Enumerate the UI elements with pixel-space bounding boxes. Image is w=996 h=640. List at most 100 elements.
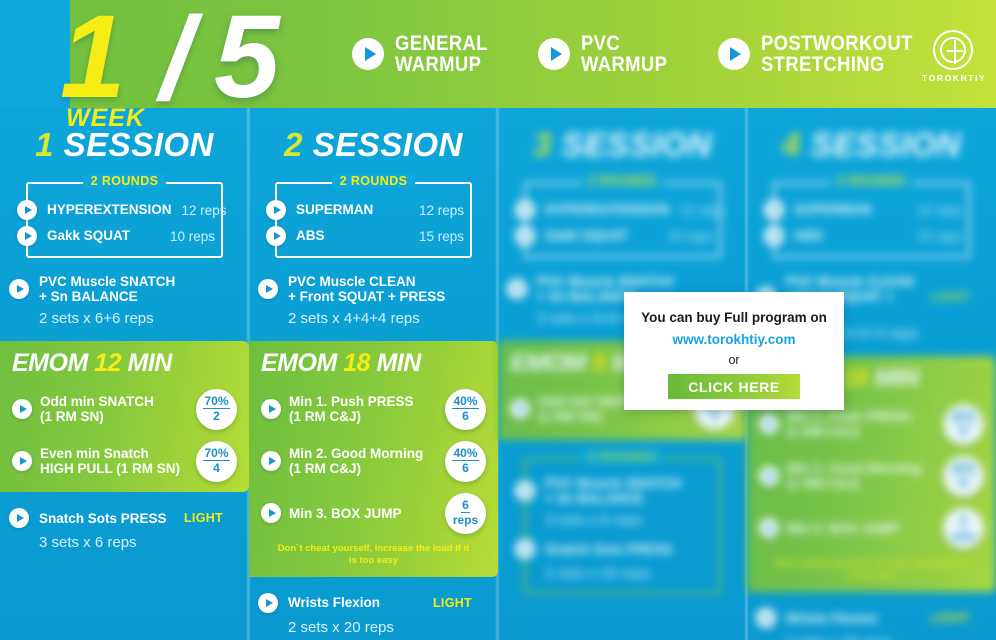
badge-percent: 40% [452, 393, 479, 410]
exercise-reps: 12 reps [679, 202, 725, 218]
intensity-badge: 6 reps [943, 507, 984, 549]
session-word: SESSION [561, 126, 712, 163]
exercise-reps: 10 reps [169, 228, 215, 244]
badge-reps: reps [950, 528, 977, 543]
play-icon[interactable] [261, 451, 281, 472]
rounds-box: 2 ROUNDS HYPEREXTENSION 12 reps Gakk SQU… [17, 174, 227, 258]
badge-percent: 70% [203, 445, 230, 462]
play-icon[interactable] [17, 200, 37, 220]
nav-item-general-warmup[interactable]: GENERAL WARMUP [352, 31, 500, 76]
exercise-reps: 12 reps [181, 202, 227, 218]
play-icon [515, 226, 535, 246]
badge-reps: 6 [462, 461, 469, 476]
week-total: 5 [214, 0, 280, 123]
exercise-row[interactable]: Gakk SQUAT 10 reps [17, 226, 215, 246]
exercise-sets: 2 sets x 20 reps [288, 618, 394, 636]
play-icon[interactable] [17, 226, 37, 246]
intensity-badge: 70% 4 [196, 440, 237, 482]
session-number: 2 [284, 126, 303, 163]
nav-item-postworkout-stretching[interactable]: POSTWORKOUT STRETCHING [717, 32, 933, 76]
exercise-name: Snatch Sots PRESS [39, 510, 167, 526]
play-icon [759, 414, 779, 435]
play-icon[interactable] [258, 592, 278, 613]
popup-website-link[interactable]: www.torokhtiy.com [672, 332, 795, 347]
popup-message: You can buy Full program on [641, 310, 827, 325]
play-icon[interactable] [12, 451, 32, 472]
badge-reps: 6 [960, 424, 967, 439]
emom-row[interactable]: Min 1. Push PRESS (1 RM C&J) 40% 6 [261, 388, 486, 430]
exercise-row[interactable]: Snatch Sots PRESS LIGHT [9, 508, 223, 529]
week-slash: / [160, 0, 193, 125]
emom-row: Min 2. Good Morning (1 RM C&J) 40% 6 [759, 455, 984, 497]
play-icon [352, 38, 384, 70]
exercise-row[interactable]: ABS 15 reps [266, 226, 464, 246]
click-here-button[interactable]: CLICK HERE [668, 374, 800, 399]
play-icon [507, 279, 527, 300]
exercise-name: Gakk SQUAT [545, 228, 629, 244]
session-footer-exercise[interactable]: Snatch Sots PRESS LIGHT 3 sets x 6 reps [9, 508, 223, 552]
play-icon [510, 399, 530, 420]
play-icon[interactable] [12, 399, 32, 420]
session-word: SESSION [810, 126, 961, 163]
exercise-reps: 12 reps [916, 202, 962, 218]
exercise-row[interactable]: HYPEREXTENSION 12 reps [17, 200, 227, 220]
emom-exercise-name: Min 1. Push PRESS (1 RM C&J) [289, 394, 414, 425]
exercise-reps: 12 reps [418, 202, 464, 218]
emom-row[interactable]: Odd min SNATCH (1 RM SN) 70% 2 [12, 388, 237, 430]
exercise-name: PVC Muscle CLEAN + Front SQUAT + PRESS [288, 274, 446, 305]
exercise-row[interactable]: SUPERMAN 12 reps [266, 200, 464, 220]
week-badge: 1 / 5 WEEK [18, 0, 348, 132]
nav-item-label: GENERAL WARMUP [395, 31, 488, 76]
session-footer-exercise: Wrists Flexion LIGHT 2 sets x 20 reps [756, 608, 970, 640]
load-tag: LIGHT [433, 595, 472, 610]
play-icon [756, 608, 776, 629]
week-number: 1 [60, 0, 126, 123]
rounds-box: 2 ROUNDS SUPERMAN 12 reps ABS 15 reps [764, 174, 970, 258]
session-number: 3 [533, 126, 552, 163]
exercise-row[interactable]: PVC Muscle CLEAN + Front SQUAT + PRESS [258, 274, 472, 305]
session-footer-exercise[interactable]: Wrists Flexion LIGHT 2 sets x 20 reps [258, 592, 472, 636]
session-column-1: 1 SESSION 2 ROUNDS HYPEREXTENSION 12 rep… [0, 108, 249, 640]
emom-row[interactable]: Min 2. Good Morning (1 RM C&J) 40% 6 [261, 440, 486, 482]
exercise-block[interactable]: PVC Muscle SNATCH + Sn BALANCE 2 sets x … [9, 274, 223, 327]
brand-logo: TOROKHTIY [922, 30, 985, 83]
badge-reps: 6 [462, 409, 469, 424]
play-icon[interactable] [266, 200, 286, 220]
emom-minutes: 8 [592, 349, 606, 378]
emom-exercise-name: Even min Snatch HIGH PULL (1 RM SN) [40, 446, 181, 477]
emom-exercise-name: Min 2. Good Morning (1 RM C&J) [787, 461, 922, 492]
exercise-sets: 3 sets x 6 reps [39, 534, 137, 552]
play-icon[interactable] [261, 399, 281, 420]
sessions-grid: 1 SESSION 2 ROUNDS HYPEREXTENSION 12 rep… [0, 108, 996, 640]
torokhtiy-monogram-icon [933, 30, 973, 70]
exercise-sets: 3 sets x 6 reps [545, 512, 643, 530]
emom-row[interactable]: Even min Snatch HIGH PULL (1 RM SN) 70% … [12, 440, 237, 482]
play-icon[interactable] [258, 279, 278, 300]
exercise-sets: 2 sets x 4+4+4 reps [288, 310, 420, 328]
exercise-row[interactable]: Wrists Flexion LIGHT [258, 592, 472, 613]
exercise-sets: 2 sets x 20 reps [545, 565, 651, 583]
play-icon [759, 466, 779, 487]
emom-exercise-name: Min 3. BOX JUMP [289, 505, 402, 521]
exercise-block[interactable]: PVC Muscle CLEAN + Front SQUAT + PRESS 2… [258, 274, 472, 328]
session-title: 4 SESSION [763, 126, 980, 164]
emom-row[interactable]: Min 3. BOX JUMP 6 reps [261, 492, 486, 534]
nav-item-pvc-warmup[interactable]: PVC WARMUP [538, 32, 679, 76]
exercise-reps: 10 reps [667, 228, 713, 244]
play-icon[interactable] [266, 226, 286, 246]
play-icon [717, 38, 750, 70]
play-icon[interactable] [9, 279, 29, 300]
exercise-name: HYPEREXTENSION [545, 202, 670, 218]
play-icon[interactable] [9, 508, 29, 529]
rounds-box: 2 ROUNDS HYPEREXTENSION 12 reps Gakk SQU… [515, 174, 725, 258]
exercise-row[interactable]: PVC Muscle SNATCH + Sn BALANCE [9, 274, 223, 304]
header-bar: 1 / 5 WEEK GENERAL WARMUP PVC WARMUP POS… [0, 0, 996, 132]
emom-block: EMOM 12 MIN Odd min SNATCH (1 RM SN) 70%… [0, 341, 249, 493]
emom-word: EMOM [12, 349, 88, 378]
rounds-label: 2 ROUNDS [331, 174, 416, 188]
emom-row: Min 3. BOX JUMP 6 reps [759, 507, 984, 549]
exercise-row: Snatch Sots PRESS [515, 539, 713, 560]
emom-min-unit: MIN [874, 364, 920, 393]
play-icon[interactable] [261, 503, 281, 524]
load-tag: LIGHT [931, 611, 970, 626]
